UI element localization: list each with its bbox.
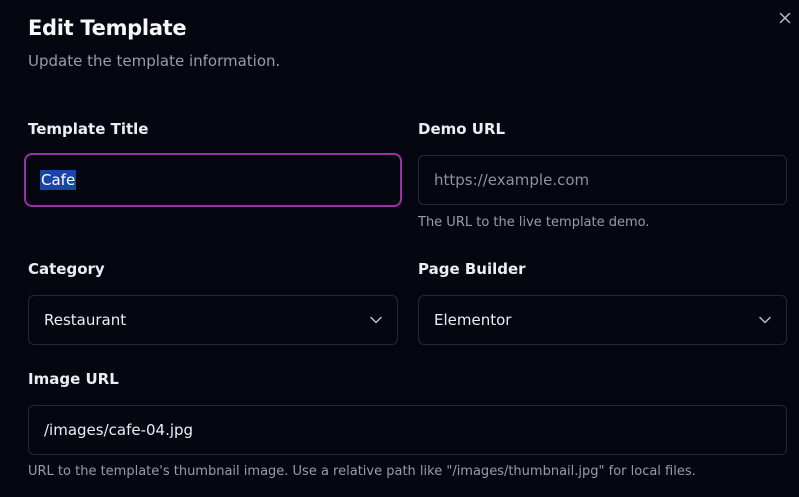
demo-url-help: The URL to the live template demo.	[418, 215, 650, 230]
image-url-label: Image URL	[28, 370, 119, 388]
category-label: Category	[28, 260, 105, 278]
image-url-field[interactable]	[28, 405, 787, 455]
page-builder-label: Page Builder	[418, 260, 526, 278]
category-value: Restaurant	[44, 311, 127, 329]
demo-url-input[interactable]	[434, 171, 771, 189]
close-button[interactable]	[776, 9, 794, 27]
image-url-input[interactable]	[44, 421, 771, 439]
category-select[interactable]: Restaurant	[28, 295, 398, 345]
close-icon	[779, 12, 791, 24]
page-builder-value: Elementor	[434, 311, 512, 329]
edit-template-dialog: Edit Template Update the template inform…	[0, 0, 799, 497]
demo-url-label: Demo URL	[418, 120, 506, 138]
template-title-value: Cafe	[40, 170, 77, 190]
dialog-title: Edit Template	[28, 16, 187, 40]
chevron-down-icon	[759, 316, 771, 324]
image-url-help: URL to the template's thumbnail image. U…	[28, 464, 696, 479]
template-title-input[interactable]: Cafe	[24, 153, 402, 207]
chevron-down-icon	[370, 316, 382, 324]
dialog-subtitle: Update the template information.	[28, 52, 281, 70]
page-builder-select[interactable]: Elementor	[418, 295, 787, 345]
template-title-label: Template Title	[28, 120, 149, 138]
demo-url-field[interactable]	[418, 155, 787, 205]
